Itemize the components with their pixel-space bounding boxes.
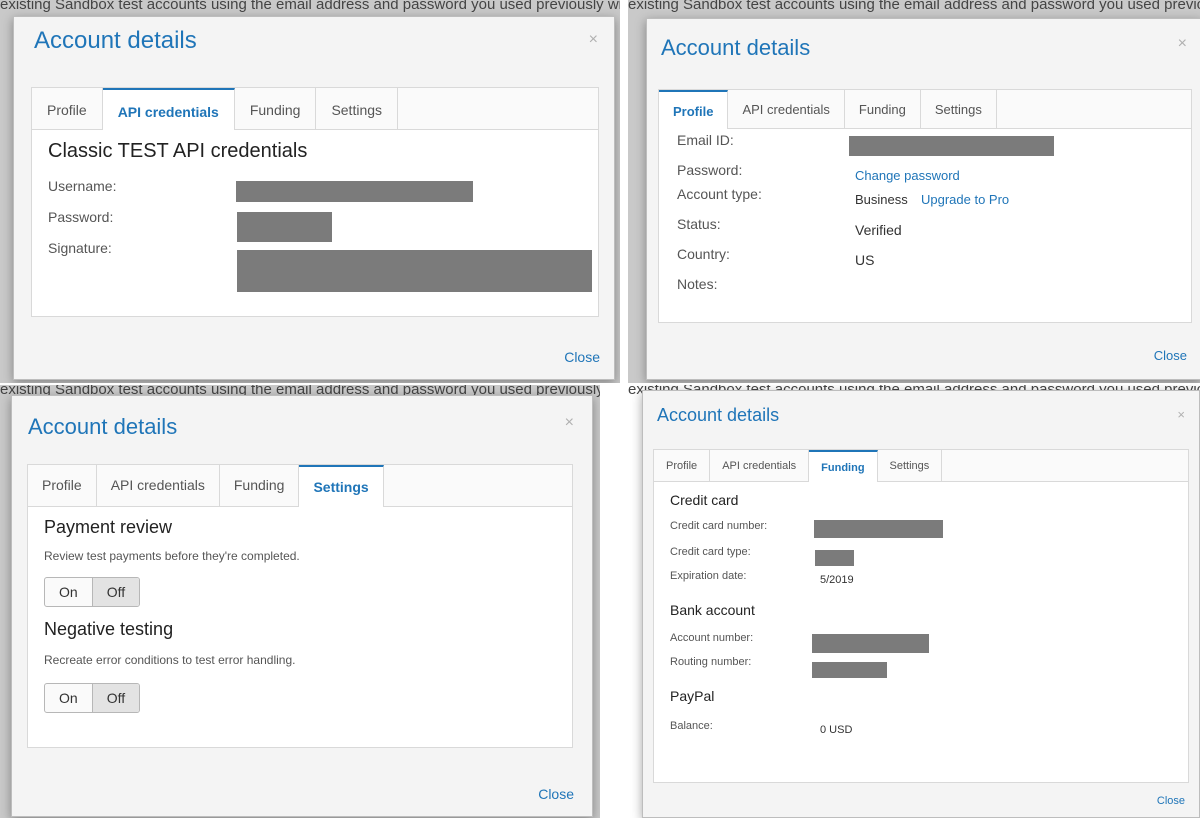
password-label: Password: xyxy=(677,162,743,178)
username-redacted xyxy=(236,181,473,202)
status-label: Status: xyxy=(677,216,721,232)
tab-api-credentials[interactable]: API credentials xyxy=(710,450,810,481)
tab-profile[interactable]: Profile xyxy=(28,465,97,506)
tab-bar: Profile API credentials Funding Settings xyxy=(654,450,1188,482)
modal-title: Account details xyxy=(34,27,197,54)
status-value: Verified xyxy=(855,222,902,238)
expiration-value: 5/2019 xyxy=(820,574,854,586)
screenshot-settings: existing Sandbox test accounts using the… xyxy=(0,385,600,818)
negative-testing-on-button[interactable]: On xyxy=(45,684,93,712)
api-credentials-heading: Classic TEST API credentials xyxy=(48,140,308,162)
password-redacted xyxy=(237,212,332,242)
signature-label: Signature: xyxy=(48,240,112,256)
payment-review-description: Review test payments before they're comp… xyxy=(44,549,300,563)
payment-review-heading: Payment review xyxy=(44,517,173,537)
change-password-link[interactable]: Change password xyxy=(855,168,960,183)
cc-number-label: Credit card number: xyxy=(670,520,768,532)
balance-label: Balance: xyxy=(670,720,713,732)
cc-type-label: Credit card type: xyxy=(670,546,751,558)
tab-funding[interactable]: Funding xyxy=(220,465,300,506)
email-redacted xyxy=(849,136,1054,156)
tab-profile[interactable]: Profile xyxy=(32,88,103,129)
account-type-label: Account type: xyxy=(677,186,762,202)
payment-review-toggle: On Off xyxy=(44,577,141,607)
tab-panel: Profile API credentials Funding Settings… xyxy=(653,449,1189,783)
account-number-label: Account number: xyxy=(670,632,754,644)
close-icon[interactable]: × xyxy=(565,414,574,432)
screenshot-api-credentials: existing Sandbox test accounts using the… xyxy=(0,0,620,383)
tab-api-credentials[interactable]: API credentials xyxy=(102,88,235,130)
account-details-modal: Account details × Profile API credential… xyxy=(11,395,593,817)
bank-account-heading: Bank account xyxy=(670,602,755,618)
tab-bar: Profile API credentials Funding Settings xyxy=(28,465,572,507)
account-type-value: Business xyxy=(855,192,908,207)
username-label: Username: xyxy=(48,178,117,194)
account-number-redacted xyxy=(812,634,929,653)
email-label: Email ID: xyxy=(677,132,734,148)
tab-panel: Profile API credentials Funding Settings… xyxy=(658,89,1192,323)
api-credentials-body: Classic TEST API credentials Username: P… xyxy=(32,128,598,316)
tab-bar: Profile API credentials Funding Settings xyxy=(32,88,598,130)
cc-type-redacted xyxy=(815,550,854,566)
tab-api-credentials[interactable]: API credentials xyxy=(97,465,220,506)
payment-review-on-button[interactable]: On xyxy=(45,578,93,606)
modal-title: Account details xyxy=(661,35,811,60)
modal-title: Account details xyxy=(657,405,780,425)
negative-testing-heading: Negative testing xyxy=(44,619,174,639)
screenshot-profile: existing Sandbox test accounts using the… xyxy=(628,0,1200,383)
close-button[interactable]: Close xyxy=(564,349,600,365)
cc-number-redacted xyxy=(814,520,943,538)
tab-panel: Profile API credentials Funding Settings… xyxy=(27,464,573,748)
balance-value: 0 USD xyxy=(820,724,853,736)
modal-title: Account details xyxy=(28,414,178,439)
close-button[interactable]: Close xyxy=(1154,348,1187,363)
credit-card-heading: Credit card xyxy=(670,492,739,508)
funding-body: Credit card Credit card number: Credit c… xyxy=(654,484,1188,782)
close-icon[interactable]: × xyxy=(589,31,598,49)
tab-funding[interactable]: Funding xyxy=(235,88,317,129)
negative-testing-toggle: On Off xyxy=(44,683,141,713)
account-details-modal: Account details × Profile API credential… xyxy=(13,16,615,380)
password-label: Password: xyxy=(48,209,114,225)
close-button[interactable]: Close xyxy=(538,786,574,802)
tab-funding[interactable]: Funding xyxy=(809,450,878,482)
tab-profile[interactable]: Profile xyxy=(654,450,711,481)
payment-review-off-button[interactable]: Off xyxy=(92,578,140,606)
country-label: Country: xyxy=(677,246,730,262)
background-text: existing Sandbox test accounts using the… xyxy=(0,0,620,13)
negative-testing-description: Recreate error conditions to test error … xyxy=(44,653,296,667)
close-button[interactable]: Close xyxy=(1157,795,1185,807)
negative-testing-off-button[interactable]: Off xyxy=(92,684,140,712)
close-icon[interactable]: × xyxy=(1177,407,1185,422)
close-icon[interactable]: × xyxy=(1178,35,1187,53)
expiration-label: Expiration date: xyxy=(670,570,747,582)
signature-redacted xyxy=(237,250,592,292)
country-value: US xyxy=(855,252,875,268)
paypal-heading: PayPal xyxy=(670,688,715,704)
account-details-modal: Account details × Profile API credential… xyxy=(642,390,1200,818)
routing-number-label: Routing number: xyxy=(670,656,752,668)
tab-settings[interactable]: Settings xyxy=(299,465,384,507)
routing-number-redacted xyxy=(812,662,887,678)
background-text: existing Sandbox test accounts using the… xyxy=(628,0,1200,13)
tab-settings[interactable]: Settings xyxy=(316,88,399,129)
upgrade-to-pro-link[interactable]: Upgrade to Pro xyxy=(921,192,1009,207)
screenshot-funding: existing Sandbox test accounts using the… xyxy=(628,385,1200,818)
settings-body: Payment review Review test payments befo… xyxy=(28,509,572,747)
account-details-modal: Account details × Profile API credential… xyxy=(646,18,1200,380)
profile-body: Email ID: Password: Change password Acco… xyxy=(659,90,1191,322)
notes-label: Notes: xyxy=(677,276,718,292)
tab-panel: Profile API credentials Funding Settings… xyxy=(31,87,599,317)
tab-settings[interactable]: Settings xyxy=(878,450,943,481)
